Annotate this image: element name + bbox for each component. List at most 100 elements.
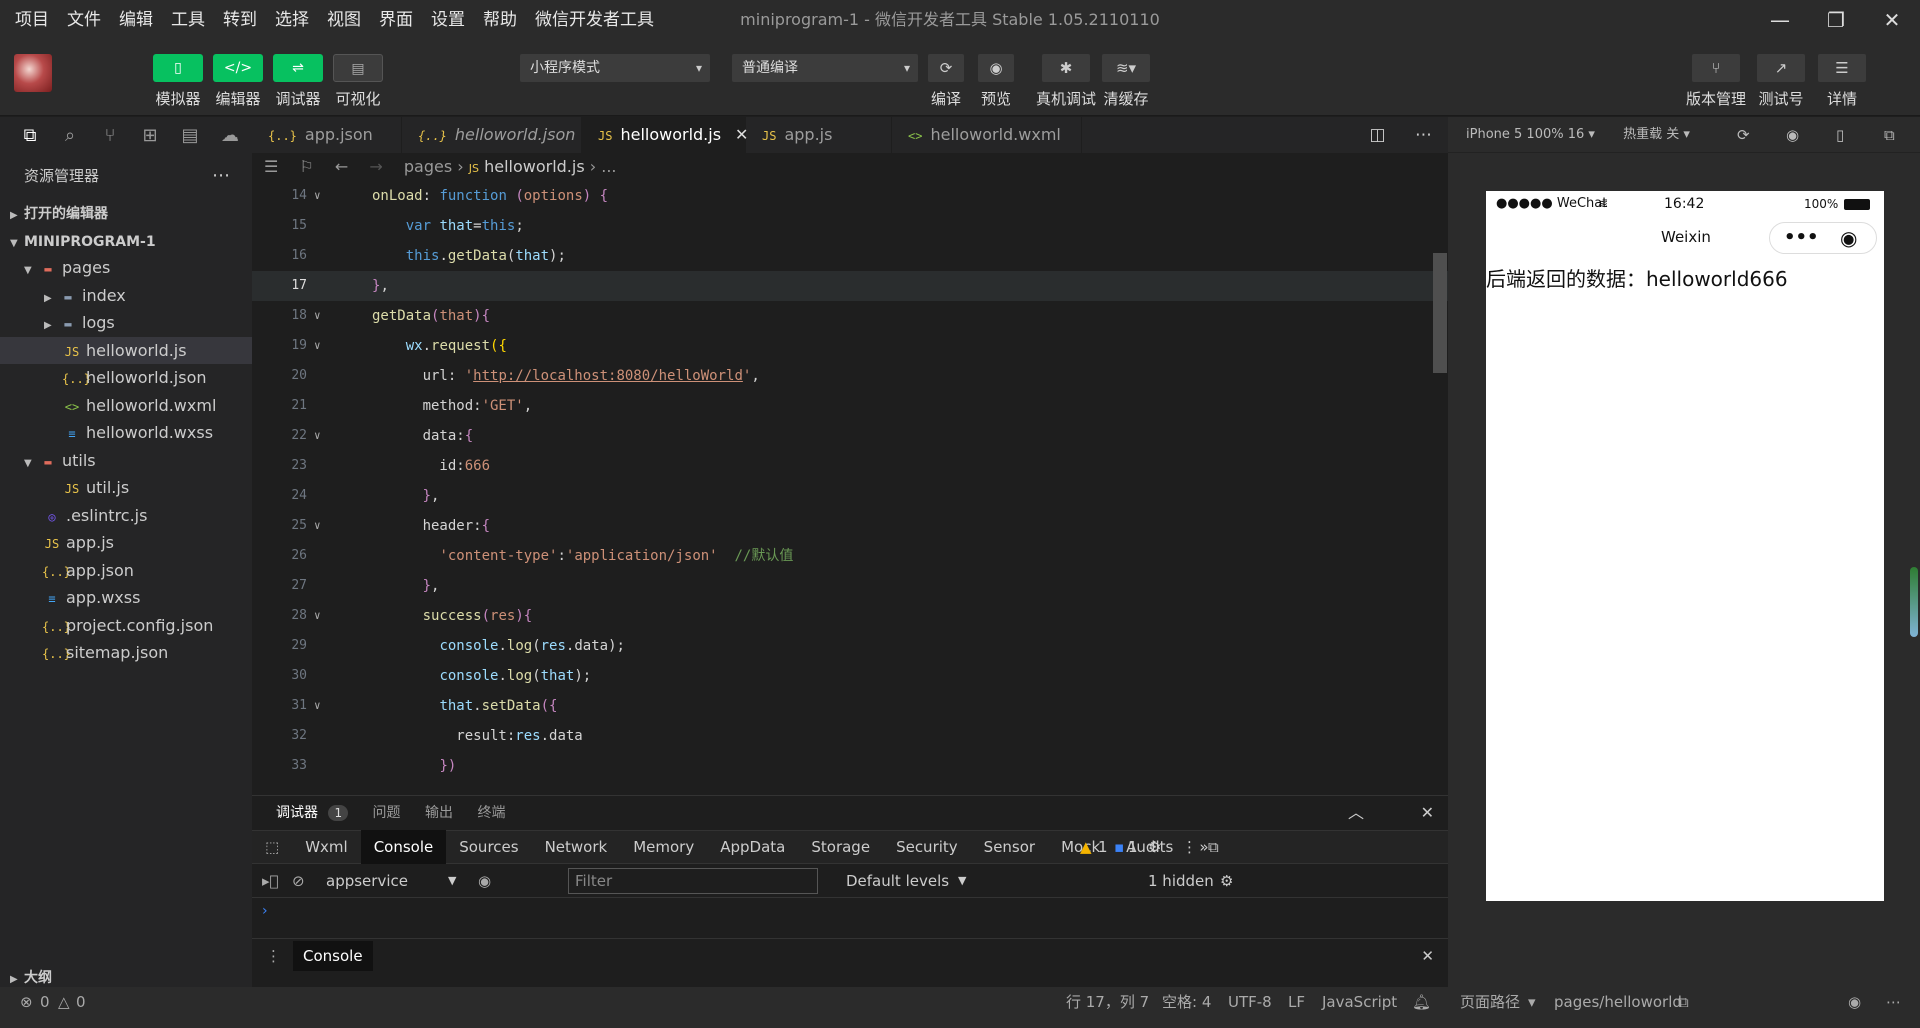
- source-control-icon[interactable]: ⑂: [90, 125, 130, 146]
- test-account-button[interactable]: ↗: [1757, 54, 1805, 82]
- error-count[interactable]: 0: [40, 987, 50, 1017]
- simulator-button[interactable]: ▯: [153, 54, 203, 82]
- tree-item[interactable]: {..}sitemap.json: [0, 639, 252, 667]
- maximize-icon[interactable]: ❐: [1808, 0, 1864, 40]
- copy-icon[interactable]: ⧉: [1678, 987, 1689, 1017]
- breadcrumb-file[interactable]: helloworld.js: [484, 157, 585, 176]
- clear-console-icon[interactable]: ⊘: [292, 872, 305, 890]
- compile-select[interactable]: 普通编译: [732, 54, 918, 82]
- tab-network[interactable]: Network: [532, 830, 621, 864]
- tab-terminal[interactable]: 终端: [477, 805, 505, 821]
- chevron-up-icon[interactable]: ︿: [1348, 796, 1364, 830]
- menu-view[interactable]: 视图: [318, 0, 370, 40]
- encoding[interactable]: UTF-8: [1228, 987, 1272, 1017]
- split-editor-icon[interactable]: ◫: [1370, 125, 1386, 145]
- more-icon[interactable]: ⋯: [212, 153, 230, 199]
- tree-item[interactable]: {..}helloworld.json: [0, 364, 252, 392]
- avatar[interactable]: [14, 54, 52, 92]
- menu-select[interactable]: 选择: [266, 0, 318, 40]
- tree-item[interactable]: ▼ ▬ utils: [0, 447, 252, 475]
- breadcrumb-folder[interactable]: pages: [404, 157, 452, 176]
- warning-icon[interactable]: △: [58, 987, 70, 1017]
- filter-input[interactable]: Filter: [568, 868, 818, 894]
- files-icon[interactable]: ⧉: [10, 125, 50, 146]
- hot-reload-select[interactable]: 热重载 关: [1623, 127, 1679, 142]
- capsule-button[interactable]: ••• ◉: [1769, 222, 1877, 254]
- fold-icon[interactable]: ∨: [314, 421, 321, 451]
- menu-interface[interactable]: 界面: [370, 0, 422, 40]
- tab-appdata[interactable]: AppData: [707, 830, 798, 864]
- debugger-button[interactable]: ⇌: [273, 54, 323, 82]
- record-icon[interactable]: ◉: [1786, 117, 1799, 153]
- tree-item[interactable]: ◎ .eslintrc.js: [0, 502, 252, 530]
- warning-count[interactable]: 1: [1098, 838, 1108, 856]
- settings-icon[interactable]: ⚙: [1148, 838, 1161, 856]
- cursor-position[interactable]: 行 17，列 7: [1066, 987, 1149, 1017]
- breadcrumb-rest[interactable]: ...: [601, 157, 616, 176]
- tab-sources[interactable]: Sources: [446, 830, 531, 864]
- list-icon[interactable]: ☰: [264, 157, 278, 176]
- tab-helloworld-wxml[interactable]: <> helloworld.wxml: [892, 117, 1082, 153]
- editor-button[interactable]: </>: [213, 54, 263, 82]
- docker-icon[interactable]: ☁: [210, 125, 250, 146]
- tree-item[interactable]: <> helloworld.wxml: [0, 392, 252, 420]
- tree-item[interactable]: ▶ ▬ logs: [0, 309, 252, 337]
- close-drawer-icon[interactable]: ✕: [1421, 947, 1434, 965]
- fold-icon[interactable]: ∨: [314, 181, 321, 211]
- console-prompt[interactable]: ›: [252, 898, 1448, 938]
- menu-help[interactable]: 帮助: [474, 0, 526, 40]
- levels-select[interactable]: Default levels: [846, 872, 949, 890]
- tab-problems[interactable]: 问题: [373, 805, 401, 821]
- editor-scrollbar[interactable]: [1433, 253, 1447, 373]
- eye-icon[interactable]: ◉: [1848, 987, 1861, 1017]
- settings-icon[interactable]: ⚙: [1220, 872, 1233, 890]
- tab-memory[interactable]: Memory: [620, 830, 707, 864]
- indent-setting[interactable]: 空格: 4: [1162, 987, 1211, 1017]
- search-icon[interactable]: ⌕: [50, 125, 90, 146]
- page-path-label[interactable]: 页面路径: [1460, 987, 1520, 1017]
- project-section[interactable]: ▼ MINIPROGRAM-1: [0, 227, 252, 255]
- eol[interactable]: LF: [1288, 987, 1305, 1017]
- more-icon[interactable]: ⋯: [1886, 987, 1901, 1017]
- minimize-icon[interactable]: —: [1752, 0, 1808, 40]
- kebab-icon[interactable]: ⋮: [1182, 838, 1197, 856]
- fold-icon[interactable]: ∨: [314, 301, 321, 331]
- remote-debug-button[interactable]: ✱: [1042, 54, 1090, 82]
- tab-security[interactable]: Security: [883, 830, 971, 864]
- mode-select[interactable]: 小程序模式: [520, 54, 710, 82]
- context-select[interactable]: appservice: [326, 872, 408, 890]
- tab-debugger[interactable]: 调试器: [276, 805, 318, 821]
- tree-item[interactable]: {..}app.json: [0, 557, 252, 585]
- close-circle-icon[interactable]: ◉: [1840, 223, 1857, 253]
- eye-icon[interactable]: ◉: [478, 872, 491, 890]
- rotate-icon[interactable]: ⟳: [1737, 117, 1750, 153]
- tree-item[interactable]: ▶ ▬ index: [0, 282, 252, 310]
- menu-tools[interactable]: 工具: [162, 0, 214, 40]
- tree-item[interactable]: JS helloworld.js: [0, 336, 252, 364]
- forward-icon[interactable]: →: [369, 157, 382, 176]
- compile-button[interactable]: ⟳: [928, 54, 964, 82]
- error-icon[interactable]: ⊗: [20, 987, 33, 1017]
- more-icon[interactable]: ⋯: [1415, 125, 1432, 145]
- inspect-icon[interactable]: ⬚: [252, 830, 292, 864]
- kebab-icon[interactable]: ⋮: [266, 947, 281, 965]
- undock-icon[interactable]: ⧉: [1208, 838, 1219, 856]
- tree-item[interactable]: {..}project.config.json: [0, 612, 252, 640]
- tab-app-js[interactable]: JS app.js: [746, 117, 892, 153]
- tab-sensor[interactable]: Sensor: [971, 830, 1048, 864]
- menu-edit[interactable]: 编辑: [110, 0, 162, 40]
- popout-icon[interactable]: ⧉: [1884, 117, 1895, 153]
- tree-item[interactable]: JS app.js: [0, 529, 252, 557]
- extensions-icon[interactable]: ⊞: [130, 125, 170, 146]
- tab-storage[interactable]: Storage: [798, 830, 883, 864]
- more-dots-icon[interactable]: •••: [1784, 223, 1819, 253]
- tab-helloworld-json[interactable]: {..} helloworld.json: [402, 117, 582, 153]
- storage-icon[interactable]: ▤: [170, 125, 210, 146]
- menu-goto[interactable]: 转到: [214, 0, 266, 40]
- outline-section[interactable]: ▶ 大纲: [0, 967, 252, 989]
- clear-cache-button[interactable]: ≋▾: [1102, 54, 1150, 82]
- close-window-icon[interactable]: ✕: [1864, 0, 1920, 40]
- details-button[interactable]: ☰: [1818, 54, 1866, 82]
- preview-button[interactable]: ◉: [978, 54, 1014, 82]
- warning-count[interactable]: 0: [76, 987, 86, 1017]
